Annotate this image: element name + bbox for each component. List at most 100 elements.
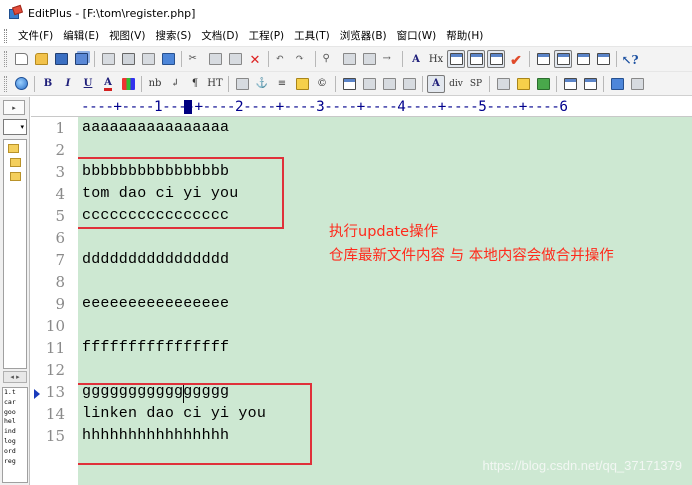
print-preview-button[interactable] <box>99 50 117 68</box>
text-editor[interactable]: aaaaaaaaaaaaaaaa bbbbbbbbbbbbbbbb tom da… <box>78 117 692 485</box>
script-button[interactable] <box>514 75 532 93</box>
toolbar-grip[interactable] <box>4 75 7 92</box>
help-button[interactable]: ↖? <box>621 50 639 68</box>
heading-button[interactable]: HT <box>206 75 224 93</box>
font-button[interactable]: A <box>407 50 425 68</box>
image-button[interactable] <box>233 75 251 93</box>
word-wrap-toggle[interactable] <box>447 50 465 68</box>
menu-search[interactable]: 搜索(S) <box>150 27 196 45</box>
list-item[interactable]: hel <box>4 417 27 427</box>
menu-view[interactable]: 视图(V) <box>104 27 150 45</box>
copy-button[interactable] <box>206 50 224 68</box>
list-item[interactable]: reg <box>4 457 27 467</box>
list-item[interactable]: car <box>4 398 27 408</box>
nbsp-button[interactable]: nb <box>146 75 164 93</box>
spell-check-button[interactable] <box>139 50 157 68</box>
menu-help[interactable]: 帮助(H) <box>441 27 488 45</box>
pre-icon <box>382 77 396 90</box>
underline-button[interactable]: U <box>79 75 97 93</box>
standard-toolbar: ✂ ✕ ↶ ↷ ⚲ → A Hx ✔ ↖? <box>0 46 692 71</box>
replace-button[interactable] <box>340 50 358 68</box>
copyright-button[interactable]: © <box>313 75 331 93</box>
code-line[interactable]: ffffffffffffffff <box>82 339 229 356</box>
fullscreen-icon <box>596 53 610 65</box>
anchor-text-button[interactable]: A <box>427 74 445 93</box>
list-item[interactable]: log <box>4 437 27 447</box>
comment-button[interactable] <box>293 75 311 93</box>
highlight-box-local-change <box>78 383 312 465</box>
cut-button[interactable]: ✂ <box>186 50 204 68</box>
bullet-list-button[interactable] <box>400 75 418 93</box>
bullet-list-icon <box>402 77 416 90</box>
folder-tree[interactable] <box>3 139 27 369</box>
list-button[interactable] <box>360 75 378 93</box>
browser-preview-button[interactable] <box>159 50 177 68</box>
anchor-button[interactable]: ⚓ <box>253 75 271 93</box>
horizontal-rule-button[interactable]: ≡ <box>273 75 291 93</box>
image-icon <box>235 77 249 90</box>
menu-browser[interactable]: 浏览器(B) <box>335 27 392 45</box>
list-item[interactable]: 1.t <box>4 388 27 398</box>
list-item[interactable]: ord <box>4 447 27 457</box>
delete-button[interactable]: ✕ <box>246 50 264 68</box>
font-color-button[interactable]: A <box>99 75 117 93</box>
line-number-icon <box>469 53 483 65</box>
frame-button[interactable] <box>561 75 579 93</box>
toolbar-extra-button[interactable] <box>628 75 646 93</box>
menu-file[interactable]: 文件(F) <box>13 27 58 45</box>
table-button[interactable] <box>340 75 358 93</box>
panel-scrollbar[interactable]: ◂ ▸ <box>3 371 27 383</box>
menu-project[interactable]: 工程(P) <box>244 27 290 45</box>
menu-tools[interactable]: 工具(T) <box>289 27 335 45</box>
style-button[interactable] <box>534 75 552 93</box>
find-button[interactable]: ⚲ <box>320 50 338 68</box>
code-line[interactable]: aaaaaaaaaaaaaaaa <box>82 119 229 136</box>
toolbar-separator <box>422 75 423 92</box>
browser-button[interactable] <box>12 75 30 93</box>
directory-icon <box>556 53 570 65</box>
layer-button[interactable] <box>581 75 599 93</box>
toolbar-grip[interactable] <box>4 51 7 67</box>
pre-button[interactable] <box>380 75 398 93</box>
redo-button[interactable]: ↷ <box>293 50 311 68</box>
globe-icon <box>14 77 28 90</box>
print-button[interactable] <box>119 50 137 68</box>
panel-collapse-button[interactable]: ▸ <box>3 100 25 115</box>
menu-edit[interactable]: 编辑(E) <box>58 27 104 45</box>
file-list[interactable]: 1.t car goo hel ind log ord reg <box>2 387 28 483</box>
color-picker-button[interactable] <box>119 75 137 93</box>
ruler: ----+----1----+----2----+----3----+----4… <box>78 97 692 117</box>
italic-button[interactable]: I <box>59 75 77 93</box>
span-button[interactable]: SP <box>467 75 485 93</box>
list-item[interactable]: goo <box>4 408 27 418</box>
open-file-button[interactable] <box>32 50 50 68</box>
form-button[interactable] <box>494 75 512 93</box>
hex-button[interactable]: Hx <box>427 50 445 68</box>
code-line[interactable]: eeeeeeeeeeeeeeee <box>82 295 229 312</box>
toolbar-option-button[interactable] <box>608 75 626 93</box>
line-break-button[interactable]: ↲ <box>166 75 184 93</box>
cliptext-toggle[interactable] <box>534 50 552 68</box>
bold-button[interactable]: B <box>39 75 57 93</box>
line-number-toggle[interactable] <box>467 50 485 68</box>
spell-check-toggle[interactable]: ✔ <box>507 50 525 69</box>
drive-select[interactable]: ▾ <box>3 119 27 135</box>
div-button[interactable]: div <box>447 75 465 93</box>
menu-grip[interactable] <box>4 29 7 43</box>
find-in-files-button[interactable] <box>360 50 378 68</box>
goto-line-button[interactable]: → <box>380 50 398 68</box>
ruler-toggle[interactable] <box>487 50 505 68</box>
menu-window[interactable]: 窗口(W) <box>392 27 442 45</box>
save-all-button[interactable] <box>72 50 90 68</box>
fullscreen-toggle[interactable] <box>594 50 612 68</box>
directory-toggle[interactable] <box>554 50 572 68</box>
paragraph-button[interactable]: ¶ <box>186 75 204 93</box>
menu-document[interactable]: 文档(D) <box>196 27 243 45</box>
new-file-button[interactable] <box>12 50 30 68</box>
paste-button[interactable] <box>226 50 244 68</box>
list-item[interactable]: ind <box>4 427 27 437</box>
output-window-toggle[interactable] <box>574 50 592 68</box>
code-line[interactable]: dddddddddddddddd <box>82 251 229 268</box>
save-button[interactable] <box>52 50 70 68</box>
undo-button[interactable]: ↶ <box>273 50 291 68</box>
